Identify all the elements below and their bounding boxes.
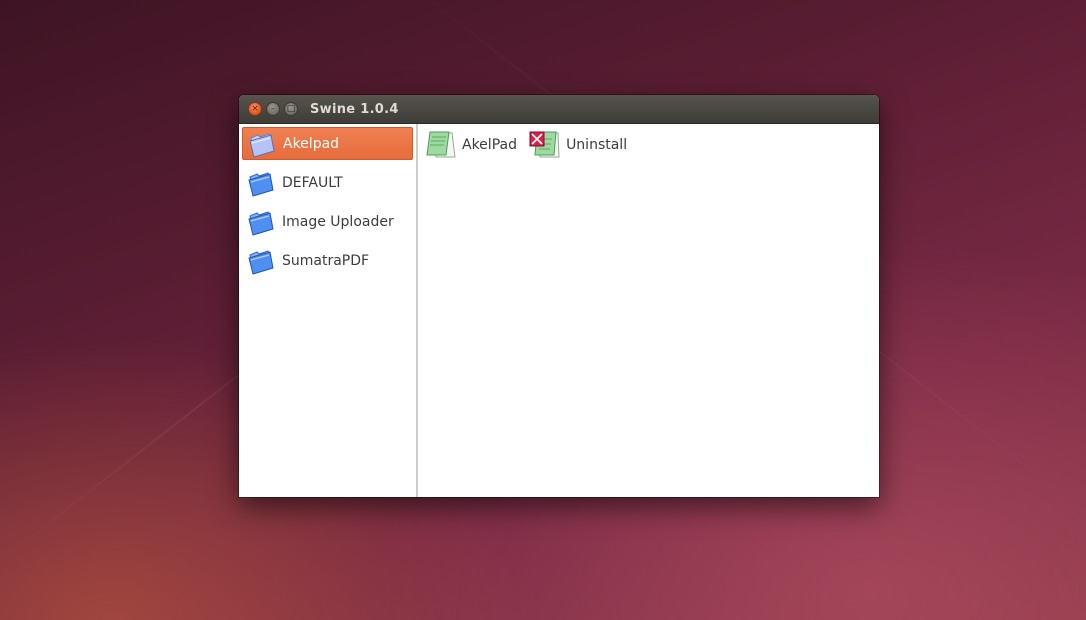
program-label: Uninstall bbox=[566, 137, 628, 153]
programs-panel: AkelPad Uninstall bbox=[418, 124, 879, 497]
notepad-icon bbox=[426, 131, 456, 158]
folder-icon bbox=[248, 249, 274, 275]
uninstall-icon bbox=[529, 131, 560, 158]
folder-icon bbox=[249, 132, 275, 158]
sidebar-item-label: SumatraPDF bbox=[282, 252, 370, 269]
sidebar-item-image-uploader[interactable]: Image Uploader bbox=[242, 205, 413, 238]
close-button[interactable]: × bbox=[248, 102, 262, 116]
folder-icon bbox=[248, 210, 274, 236]
sidebar-item-label: Akelpad bbox=[283, 135, 340, 152]
sidebar-item-label: DEFAULT bbox=[282, 174, 343, 191]
program-label: AkelPad bbox=[462, 137, 517, 153]
sidebar-item-sumatrapdf[interactable]: SumatraPDF bbox=[242, 244, 413, 277]
title-bar[interactable]: × – □ Swine 1.0.4 bbox=[239, 95, 879, 124]
minimize-button[interactable]: – bbox=[266, 102, 280, 116]
window-title: Swine 1.0.4 bbox=[310, 101, 399, 117]
prefix-list: Akelpad DEFAULT Image Uploader SumatraPD… bbox=[239, 124, 418, 497]
maximize-button[interactable]: □ bbox=[284, 102, 298, 116]
folder-icon bbox=[248, 171, 274, 197]
sidebar-item-label: Image Uploader bbox=[282, 213, 394, 230]
sidebar-item-default[interactable]: DEFAULT bbox=[242, 166, 413, 199]
program-uninstall[interactable]: Uninstall bbox=[528, 128, 627, 162]
sidebar-item-akelpad[interactable]: Akelpad bbox=[242, 127, 413, 160]
program-akelpad[interactable]: AkelPad bbox=[424, 128, 517, 162]
app-window: × – □ Swine 1.0.4 Akelpad DEFAULT Image … bbox=[239, 95, 879, 497]
